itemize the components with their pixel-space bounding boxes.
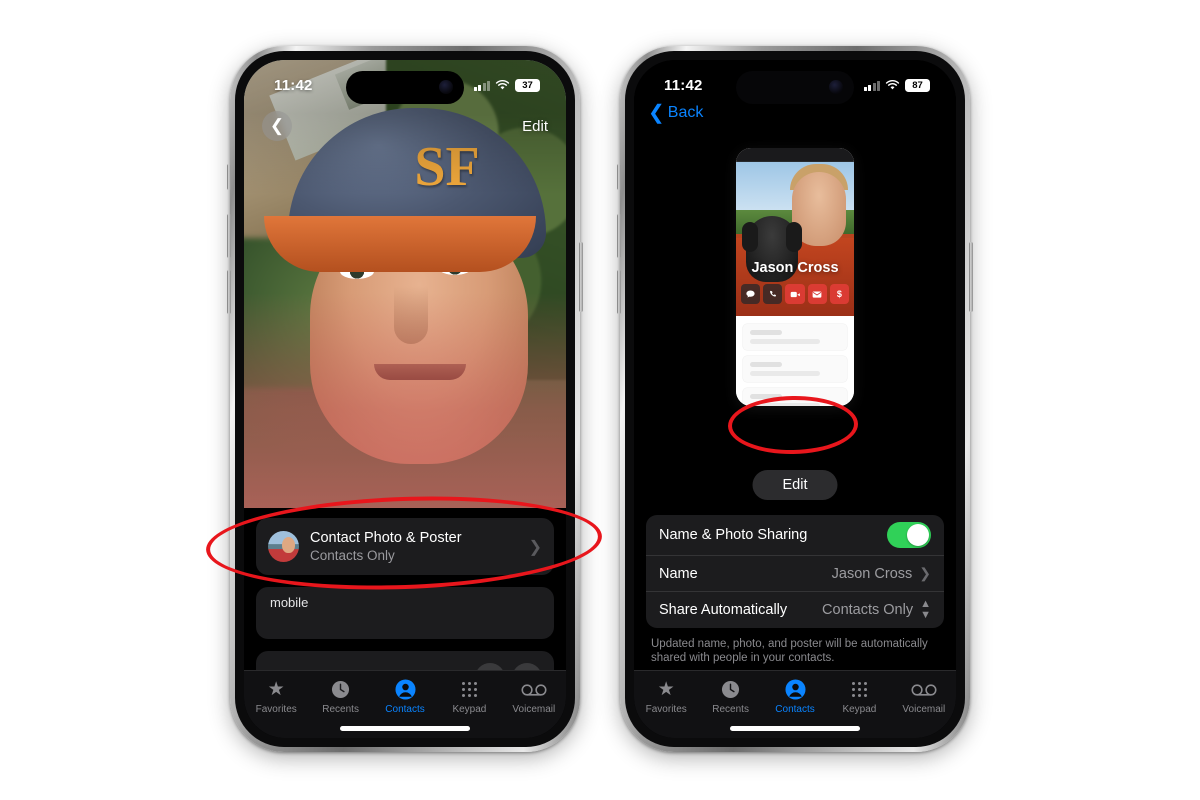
contact-photo-poster-subtitle: Contacts Only: [310, 548, 395, 563]
edit-contact-button[interactable]: Edit: [522, 118, 548, 135]
person-circle-icon-2: [784, 678, 806, 701]
cellular-signal-icon: [473, 80, 490, 91]
star-icon-2: ★: [657, 679, 675, 700]
tab-keypad-label: Keypad: [452, 704, 487, 715]
sharing-footnote: Updated name, photo, and poster will be …: [651, 638, 928, 664]
preview-action-mail: [807, 284, 827, 304]
preview-action-call: [763, 284, 783, 304]
contact-photo-poster-row[interactable]: Contact Photo & Poster Contacts Only ❯: [256, 518, 554, 575]
status-time-2: 11:42: [664, 76, 703, 94]
keypad-dots-icon-2: [851, 678, 868, 701]
tab-contacts-2[interactable]: Contacts: [763, 678, 827, 715]
mobile-label: mobile: [270, 595, 309, 610]
wifi-icon: [495, 79, 510, 90]
tab-voicemail-2[interactable]: Voicemail: [892, 678, 956, 715]
preview-action-video: [785, 284, 805, 304]
preview-list-item: [743, 388, 847, 406]
chevron-right-icon-2: ❯: [919, 565, 931, 581]
volume-down-button-2[interactable]: [617, 270, 621, 314]
power-button-2[interactable]: [969, 242, 973, 312]
voicemail-icon-2: [911, 678, 937, 701]
clock-icon-2: [721, 678, 740, 701]
dynamic-island: [346, 71, 464, 104]
battery-indicator-2: 87: [905, 78, 930, 92]
voicemail-icon: [521, 678, 547, 701]
contact-thumbnail-icon: [268, 531, 299, 562]
contact-photo-poster-title: Contact Photo & Poster: [310, 530, 462, 546]
chevron-right-icon: ❯: [528, 538, 542, 556]
poster-preview-actions: $: [741, 284, 850, 304]
tab-recents-label-2: Recents: [712, 704, 749, 715]
tab-favorites[interactable]: ★ Favorites: [244, 678, 308, 715]
preview-action-pay: $: [829, 284, 850, 304]
up-down-chevron-icon[interactable]: ▲ ▼: [920, 599, 931, 621]
name-value: Jason Cross: [831, 565, 913, 582]
edit-poster-button[interactable]: Edit: [752, 470, 838, 500]
chevron-left-icon: ❮: [648, 102, 665, 124]
iphone-right-screen: 11:42 87 ❮ Back Jason Cross $ Edit Name …: [634, 60, 956, 738]
name-photo-sharing-toggle[interactable]: [887, 522, 931, 548]
tab-contacts[interactable]: Contacts: [373, 678, 437, 715]
poster-preview-contact-list: [736, 316, 854, 406]
mute-switch-button-2[interactable]: [617, 164, 621, 190]
preview-action-message: [741, 284, 761, 304]
row-name[interactable]: Name Jason Cross ❯: [646, 555, 944, 591]
poster-preview-card[interactable]: Jason Cross $: [736, 148, 854, 406]
tab-recents[interactable]: Recents: [308, 678, 372, 715]
iphone-left-bezel: SF 11:42 37: [235, 51, 575, 747]
clock-icon: [331, 678, 350, 701]
share-automatically-value: Contacts Only: [822, 602, 914, 618]
wifi-icon-2: [885, 79, 900, 90]
tab-voicemail-label-2: Voicemail: [902, 704, 946, 715]
poster-nav-bar: ❮ Edit: [244, 106, 566, 146]
volume-up-button[interactable]: [227, 214, 231, 258]
row-share-automatically[interactable]: Share Automatically Contacts Only ▲ ▼: [646, 591, 944, 628]
person-circle-icon: [394, 678, 416, 701]
name-label: Name: [659, 565, 698, 582]
iphone-left-screen: SF 11:42 37: [244, 60, 566, 738]
tab-favorites-label: Favorites: [255, 704, 297, 715]
tab-contacts-label-2: Contacts: [775, 704, 815, 715]
tab-keypad-2[interactable]: Keypad: [827, 678, 891, 715]
poster-preview-wrapper: Jason Cross $: [634, 148, 956, 406]
iphone-left-device: SF 11:42 37: [227, 46, 583, 752]
status-time: 11:42: [274, 76, 313, 94]
power-button[interactable]: [579, 242, 583, 312]
sharing-settings: Name & Photo Sharing Name Jason Cross ❯ …: [646, 515, 944, 665]
tab-contacts-label: Contacts: [385, 704, 425, 715]
share-automatically-label: Share Automatically: [659, 602, 788, 618]
back-label: Back: [667, 104, 704, 121]
iphone-right-bezel: 11:42 87 ❮ Back Jason Cross $ Edit Name …: [625, 51, 965, 747]
poster-preview-name: Jason Cross: [751, 260, 839, 276]
home-indicator[interactable]: [340, 726, 470, 731]
tab-recents-label: Recents: [322, 704, 359, 715]
preview-list-item: [743, 356, 847, 382]
dynamic-island-2: [736, 71, 854, 104]
tab-voicemail-label: Voicemail: [512, 704, 556, 715]
tab-voicemail[interactable]: Voicemail: [502, 678, 566, 715]
preview-list-item: [743, 324, 847, 350]
back-button-2[interactable]: ❮ Back: [648, 102, 704, 124]
tab-favorites-label-2: Favorites: [645, 704, 687, 715]
mobile-number-row[interactable]: mobile: [256, 587, 554, 639]
screenshot-canvas: SF 11:42 37: [0, 0, 1200, 800]
back-button[interactable]: ❮: [262, 111, 292, 141]
iphone-right-device: 11:42 87 ❮ Back Jason Cross $ Edit Name …: [617, 46, 973, 752]
row-name-photo-sharing[interactable]: Name & Photo Sharing: [646, 515, 944, 555]
tab-favorites-2[interactable]: ★ Favorites: [634, 678, 698, 715]
mute-switch-button[interactable]: [227, 164, 231, 190]
tab-keypad[interactable]: Keypad: [437, 678, 501, 715]
tab-recents-2[interactable]: Recents: [698, 678, 762, 715]
home-indicator-2[interactable]: [730, 726, 860, 731]
battery-indicator: 37: [515, 78, 540, 92]
keypad-dots-icon: [461, 678, 478, 701]
name-photo-sharing-label: Name & Photo Sharing: [659, 527, 808, 543]
sharing-settings-group: Name & Photo Sharing Name Jason Cross ❯ …: [646, 515, 944, 628]
tab-keypad-label-2: Keypad: [842, 704, 877, 715]
volume-up-button-2[interactable]: [617, 214, 621, 258]
star-icon: ★: [267, 679, 285, 700]
cellular-signal-icon-2: [863, 80, 880, 91]
volume-down-button[interactable]: [227, 270, 231, 314]
